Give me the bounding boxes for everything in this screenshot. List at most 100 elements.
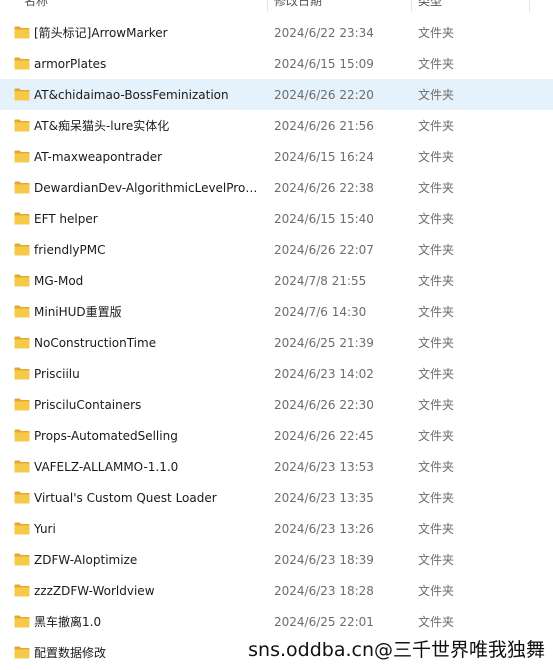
file-name: VAFELZ-ALLAMMO-1.1.0	[34, 459, 179, 474]
file-type: 文件夹	[418, 429, 455, 443]
column-header-type-label: 类型	[418, 0, 443, 8]
file-modified-date: 2024/6/23 18:28	[274, 583, 374, 598]
file-type: 文件夹	[418, 26, 455, 40]
file-row[interactable]: PrisciluContainers 2024/6/26 22:30 文件夹	[0, 389, 553, 420]
folder-icon	[14, 212, 30, 225]
folder-icon	[14, 150, 30, 163]
file-row[interactable]: ZDFW-AIoptimize 2024/6/23 18:39 文件夹	[0, 544, 553, 575]
file-modified-date: 2024/6/23 13:26	[274, 521, 374, 536]
folder-icon	[14, 57, 30, 70]
file-type: 文件夹	[418, 398, 455, 412]
file-modified-date: 2024/6/25 22:01	[274, 614, 374, 629]
file-name: AT&chidaimao-BossFeminization	[34, 87, 229, 102]
file-name: armorPlates	[34, 56, 107, 71]
file-row[interactable]: AT&痴呆猫头-lure实体化 2024/6/26 21:56 文件夹	[0, 110, 553, 141]
file-name: PrisciluContainers	[34, 397, 142, 412]
file-name: AT-maxweapontrader	[34, 149, 163, 164]
watermark: sns.oddba.cn@三千世界唯我独舞	[246, 635, 547, 662]
file-type: 文件夹	[418, 88, 455, 102]
file-name: NoConstructionTime	[34, 335, 157, 350]
file-row[interactable]: [箭头标记]ArrowMarker 2024/6/22 23:34 文件夹	[0, 17, 553, 48]
file-row[interactable]: friendlyPMC 2024/6/26 22:07 文件夹	[0, 234, 553, 265]
file-type: 文件夹	[418, 212, 455, 226]
file-row[interactable]: NoConstructionTime 2024/6/25 21:39 文件夹	[0, 327, 553, 358]
file-name: Yuri	[34, 521, 56, 536]
file-row[interactable]: DewardianDev-AlgorithmicLevelProgr... 202…	[0, 172, 553, 203]
file-modified-date: 2024/6/25 21:39	[274, 335, 374, 350]
folder-icon	[14, 491, 30, 504]
file-type: 文件夹	[418, 522, 455, 536]
file-modified-date: 2024/6/15 16:24	[274, 149, 374, 164]
file-type: 文件夹	[418, 460, 455, 474]
file-row[interactable]: armorPlates 2024/6/15 15:09 文件夹	[0, 48, 553, 79]
file-list: [箭头标记]ArrowMarker 2024/6/22 23:34 文件夹 armor…	[0, 17, 553, 668]
column-header-date-label: 修改日期	[274, 0, 323, 8]
folder-icon	[14, 274, 30, 287]
file-row[interactable]: Prisciilu 2024/6/23 14:02 文件夹	[0, 358, 553, 389]
file-row[interactable]: Yuri 2024/6/23 13:26 文件夹	[0, 513, 553, 544]
file-type: 文件夹	[418, 243, 455, 257]
file-row[interactable]: AT-maxweapontrader 2024/6/15 16:24 文件夹	[0, 141, 553, 172]
file-modified-date: 2024/6/23 13:35	[274, 490, 374, 505]
file-row[interactable]: AT&chidaimao-BossFeminization 2024/6/26 2…	[0, 79, 553, 110]
file-type: 文件夹	[418, 57, 455, 71]
file-type: 文件夹	[418, 150, 455, 164]
file-name: 配置数据修改	[34, 646, 107, 660]
file-type: 文件夹	[418, 181, 455, 195]
folder-icon	[14, 553, 30, 566]
file-name: DewardianDev-AlgorithmicLevelProgr...	[34, 180, 264, 195]
file-type: 文件夹	[418, 553, 455, 567]
file-name: MG-Mod	[34, 273, 84, 288]
file-modified-date: 2024/7/6 14:30	[274, 304, 367, 319]
file-type: 文件夹	[418, 305, 455, 319]
file-explorer: 名称 修改日期 类型 [箭头标记]ArrowMarker 2024/6/22 23…	[0, 0, 553, 670]
file-modified-date: 2024/7/8 21:55	[274, 273, 367, 288]
file-modified-date: 2024/6/26 22:30	[274, 397, 374, 412]
file-type: 文件夹	[418, 336, 455, 350]
folder-icon	[14, 305, 30, 318]
folder-icon	[14, 336, 30, 349]
file-modified-date: 2024/6/23 14:02	[274, 366, 374, 381]
file-row[interactable]: Virtual's Custom Quest Loader 2024/6/23 1…	[0, 482, 553, 513]
file-row[interactable]: EFT helper 2024/6/15 15:40 文件夹	[0, 203, 553, 234]
file-row[interactable]: 黑车撤离1.0 2024/6/25 22:01 文件夹	[0, 606, 553, 637]
folder-icon	[14, 522, 30, 535]
folder-icon	[14, 646, 30, 659]
folder-icon	[14, 26, 30, 39]
folder-icon	[14, 615, 30, 628]
folder-icon	[14, 181, 30, 194]
file-type: 文件夹	[418, 119, 455, 133]
file-type: 文件夹	[418, 274, 455, 288]
column-header-name[interactable]: 名称	[0, 0, 268, 12]
file-name: AT&痴呆猫头-lure实体化	[34, 119, 170, 133]
file-modified-date: 2024/6/26 21:56	[274, 118, 374, 133]
column-header: 名称 修改日期 类型	[0, 0, 553, 12]
file-name: MiniHUD重置版	[34, 305, 122, 319]
file-name: friendlyPMC	[34, 242, 106, 257]
folder-icon	[14, 460, 30, 473]
file-modified-date: 2024/6/26 22:38	[274, 180, 374, 195]
file-row[interactable]: VAFELZ-ALLAMMO-1.1.0 2024/6/23 13:53 文件夹	[0, 451, 553, 482]
file-modified-date: 2024/6/26 22:45	[274, 428, 374, 443]
file-type: 文件夹	[418, 367, 455, 381]
folder-icon	[14, 398, 30, 411]
file-name: Prisciilu	[34, 366, 80, 381]
file-row[interactable]: zzzZDFW-Worldview 2024/6/23 18:28 文件夹	[0, 575, 553, 606]
column-header-type[interactable]: 类型	[412, 0, 530, 12]
file-modified-date: 2024/6/26 22:20	[274, 87, 374, 102]
file-modified-date: 2024/6/15 15:09	[274, 56, 374, 71]
column-header-date[interactable]: 修改日期	[268, 0, 412, 12]
file-type: 文件夹	[418, 491, 455, 505]
file-modified-date: 2024/6/23 18:39	[274, 552, 374, 567]
file-name: [箭头标记]ArrowMarker	[34, 26, 168, 40]
file-name: Props-AutomatedSelling	[34, 428, 178, 443]
folder-icon	[14, 243, 30, 256]
file-type: 文件夹	[418, 584, 455, 598]
file-row[interactable]: Props-AutomatedSelling 2024/6/26 22:45 文件夹	[0, 420, 553, 451]
file-row[interactable]: MG-Mod 2024/7/8 21:55 文件夹	[0, 265, 553, 296]
file-name: Virtual's Custom Quest Loader	[34, 490, 217, 505]
file-name: EFT helper	[34, 211, 98, 226]
folder-icon	[14, 584, 30, 597]
file-name: zzzZDFW-Worldview	[34, 583, 155, 598]
file-row[interactable]: MiniHUD重置版 2024/7/6 14:30 文件夹	[0, 296, 553, 327]
